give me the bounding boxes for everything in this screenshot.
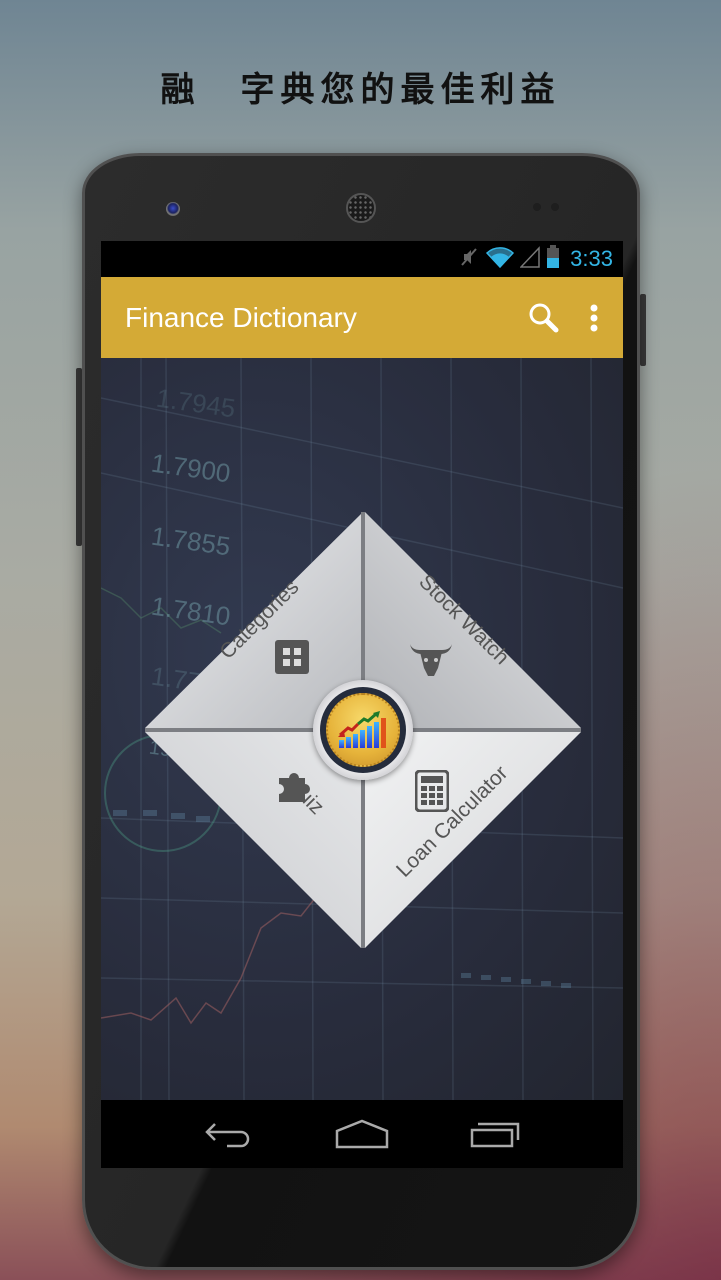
home-button[interactable] xyxy=(327,1109,397,1159)
mute-icon xyxy=(458,246,480,273)
battery-icon xyxy=(546,244,560,274)
bull-icon xyxy=(410,644,452,676)
finance-chart-coin-icon xyxy=(338,711,386,748)
overflow-menu-button[interactable] xyxy=(569,288,619,348)
main-menu-diamond: Categories Stock Watch Quiz xyxy=(143,510,583,950)
status-time: 3:33 xyxy=(570,246,613,271)
front-camera-icon xyxy=(166,202,180,216)
puzzle-icon xyxy=(279,773,310,802)
menu-item-label: Loan Calculator xyxy=(392,761,513,882)
center-logo-button[interactable] xyxy=(313,680,413,780)
back-icon xyxy=(205,1123,250,1148)
promo-headline: 融 字典您的最佳利益 xyxy=(160,70,561,110)
app-bar: Finance Dictionary xyxy=(101,277,623,358)
system-nav-bar xyxy=(101,1100,623,1168)
light-sensor-icon xyxy=(551,203,559,211)
recents-button[interactable] xyxy=(461,1109,531,1159)
coin-face xyxy=(326,693,400,767)
proximity-sensor-icon xyxy=(533,203,541,211)
status-bar: 3:33 xyxy=(101,241,623,277)
signal-icon xyxy=(519,245,540,273)
phone-power-button xyxy=(640,294,646,366)
home-icon xyxy=(335,1119,389,1149)
more-vert-icon xyxy=(590,304,598,331)
search-icon xyxy=(529,303,559,332)
calculator-icon xyxy=(415,770,449,812)
home-content: 1.7945 1.7900 1.7855 1.7810 1.7765 19 Ca… xyxy=(101,358,623,1100)
grid-icon xyxy=(275,640,309,674)
wifi-icon xyxy=(486,246,515,273)
earpiece-speaker-icon xyxy=(346,193,376,223)
app-title: Finance Dictionary xyxy=(125,301,357,333)
coin-ring xyxy=(320,687,406,773)
search-button[interactable] xyxy=(519,288,569,348)
phone-screen: 3:33 Finance Dictionary 1.7945 1.7900 1.… xyxy=(101,241,623,1168)
recents-icon xyxy=(470,1122,520,1148)
back-button[interactable] xyxy=(193,1109,263,1159)
